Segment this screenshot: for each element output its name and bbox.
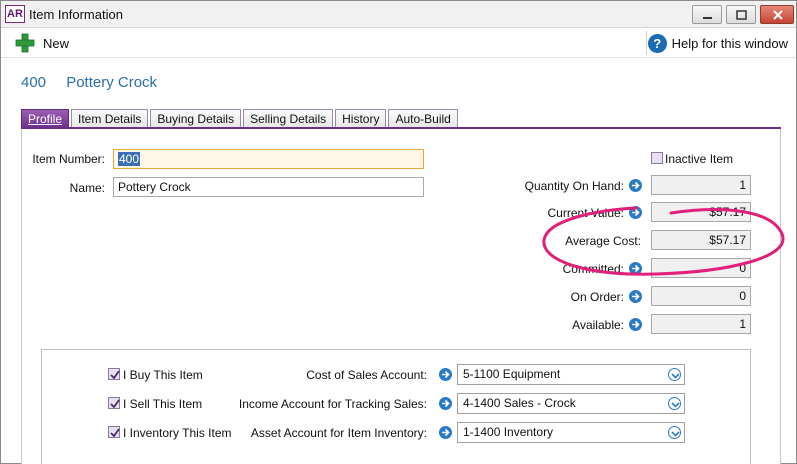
available-label: Available: bbox=[572, 318, 624, 332]
help-label: Help for this window bbox=[671, 35, 788, 51]
chevron-down-icon[interactable] bbox=[668, 426, 681, 439]
cost-of-sales-zoom-icon[interactable] bbox=[439, 368, 452, 381]
sell-item-label: I Sell This Item bbox=[123, 397, 203, 411]
close-button[interactable] bbox=[760, 5, 794, 24]
on-order-value: 0 bbox=[651, 286, 751, 306]
tab-buying-details[interactable]: Buying Details bbox=[150, 109, 242, 128]
committed-label: Committed: bbox=[562, 262, 624, 276]
item-information-window: AR Item Information New ? Help for this … bbox=[0, 0, 797, 464]
sell-item-checkbox[interactable] bbox=[108, 397, 120, 409]
asset-account-zoom-icon[interactable] bbox=[439, 426, 452, 439]
tab-strip: Profile Item Details Buying Details Sell… bbox=[21, 109, 460, 128]
item-number-value: 400 bbox=[118, 152, 141, 166]
available-value: 1 bbox=[651, 314, 751, 334]
average-cost-label: Average Cost: bbox=[565, 234, 641, 248]
cost-of-sales-select[interactable]: 5-1100 Equipment bbox=[457, 364, 685, 385]
window-title: Item Information bbox=[29, 7, 123, 22]
tab-profile[interactable]: Profile bbox=[21, 109, 70, 128]
minimize-button[interactable] bbox=[692, 5, 722, 24]
maximize-button[interactable] bbox=[726, 5, 756, 24]
quantity-on-hand-zoom-icon[interactable] bbox=[629, 179, 642, 192]
plus-icon bbox=[15, 33, 35, 53]
committed-value: 0 bbox=[651, 258, 751, 278]
average-cost-value: $57.17 bbox=[651, 230, 751, 250]
tab-auto-build[interactable]: Auto-Build bbox=[388, 109, 458, 128]
current-value-value: $57.17 bbox=[651, 202, 751, 222]
asset-account-select[interactable]: 1-1400 Inventory bbox=[457, 422, 685, 443]
heading-item-name: Pottery Crock bbox=[66, 74, 158, 91]
item-number-field[interactable]: 400 bbox=[113, 149, 424, 169]
maximize-icon bbox=[736, 10, 747, 20]
new-label: New bbox=[43, 35, 70, 51]
heading-item-number: 400 bbox=[21, 74, 47, 91]
income-account-label: Income Account for Tracking Sales: bbox=[238, 397, 427, 411]
asset-account-value: 1-1400 Inventory bbox=[463, 425, 554, 439]
cost-of-sales-label: Cost of Sales Account: bbox=[306, 368, 427, 382]
current-value-zoom-icon[interactable] bbox=[629, 206, 642, 219]
income-account-select[interactable]: 4-1400 Sales - Crock bbox=[457, 393, 685, 414]
income-account-zoom-icon[interactable] bbox=[439, 397, 452, 410]
checkmark-icon bbox=[110, 399, 120, 409]
inventory-item-checkbox[interactable] bbox=[108, 426, 120, 438]
checkmark-icon bbox=[110, 370, 120, 380]
close-icon bbox=[773, 10, 783, 20]
tab-item-details[interactable]: Item Details bbox=[71, 109, 149, 128]
help-button[interactable]: ? Help for this window bbox=[647, 32, 788, 54]
current-value-label: Current Value: bbox=[547, 206, 624, 220]
tab-selling-details[interactable]: Selling Details bbox=[243, 109, 334, 128]
on-order-label: On Order: bbox=[570, 290, 624, 304]
inactive-item-checkbox[interactable] bbox=[651, 152, 663, 164]
title-bar: AR Item Information bbox=[1, 1, 796, 28]
quantity-on-hand-value: 1 bbox=[651, 175, 751, 195]
chevron-down-icon[interactable] bbox=[668, 368, 681, 381]
item-number-label: Item Number: bbox=[32, 152, 105, 166]
cost-of-sales-value: 5-1100 Equipment bbox=[463, 367, 561, 381]
help-icon: ? bbox=[647, 33, 667, 53]
on-order-zoom-icon[interactable] bbox=[629, 290, 642, 303]
buy-item-label: I Buy This Item bbox=[123, 368, 203, 382]
toolbar: New ? Help for this window bbox=[1, 28, 796, 58]
quantity-on-hand-label: Quantity On Hand: bbox=[524, 179, 624, 193]
chevron-down-icon[interactable] bbox=[668, 397, 681, 410]
name-label: Name: bbox=[69, 181, 105, 195]
tab-history[interactable]: History bbox=[335, 109, 387, 128]
inventory-item-label: I Inventory This Item bbox=[123, 426, 232, 440]
checkmark-icon bbox=[110, 428, 120, 438]
asset-account-label: Asset Account for Item Inventory: bbox=[250, 426, 427, 440]
buy-item-checkbox[interactable] bbox=[108, 368, 120, 380]
committed-zoom-icon[interactable] bbox=[629, 262, 642, 275]
income-account-value: 4-1400 Sales - Crock bbox=[463, 396, 576, 410]
name-field[interactable]: Pottery Crock bbox=[113, 177, 424, 197]
item-heading: 400 Pottery Crock bbox=[21, 74, 157, 91]
minimize-icon bbox=[703, 17, 712, 19]
inactive-item-label: Inactive Item bbox=[665, 152, 734, 166]
app-logo: AR bbox=[5, 5, 25, 23]
new-button[interactable]: New bbox=[15, 33, 69, 53]
available-zoom-icon[interactable] bbox=[629, 318, 642, 331]
